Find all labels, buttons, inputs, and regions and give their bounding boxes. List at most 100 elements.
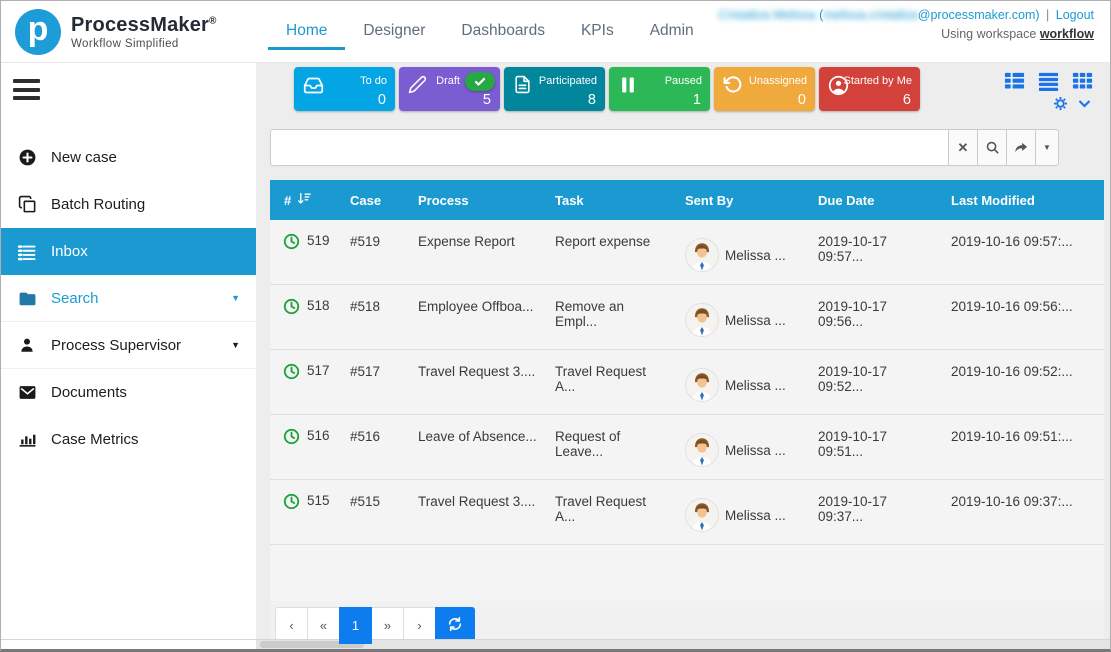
status-card-paused[interactable]: Paused 1 (609, 67, 710, 111)
sidebar-item-search[interactable]: Search ▼ (1, 275, 256, 322)
status-card-participated[interactable]: Participated 8 (504, 67, 605, 111)
card-label: Draft (436, 75, 460, 87)
chevron-down-icon[interactable]: ▼ (231, 293, 240, 303)
sent-by-cell: Melissa ... (677, 415, 810, 479)
pause-icon (618, 75, 638, 100)
chevron-down-icon[interactable] (1077, 96, 1092, 111)
sidebar-item-label: Documents (51, 384, 127, 401)
task-cell: Travel Request A... (547, 350, 677, 414)
table-row[interactable]: 518 #518 Employee Offboa... Remove an Em… (270, 285, 1104, 350)
case-search-bar: ✕ ▼ (270, 129, 1059, 166)
clear-search-button[interactable]: ✕ (949, 129, 978, 166)
sidebar: New case Batch Routing Inbox (1, 63, 256, 639)
card-label: To do (360, 75, 387, 87)
case-number-cell: 516 (270, 415, 342, 479)
page-1-button[interactable]: 1 (339, 607, 372, 644)
user-line: Cristaliza Melissa (melissa.cristaliza@p… (718, 8, 1094, 22)
sent-by-cell: Melissa ... (677, 350, 810, 414)
search-input[interactable] (270, 129, 949, 166)
logo-glyph: p (28, 10, 49, 49)
sidebar-item-documents[interactable]: Documents (1, 369, 256, 416)
chevron-down-icon[interactable]: ▼ (231, 340, 240, 350)
list-view-icon[interactable] (1037, 69, 1060, 92)
case-number: 518 (307, 298, 330, 313)
sent-by-cell: Melissa ... (677, 285, 810, 349)
sent-by-name: Melissa ... (725, 443, 786, 458)
envelope-icon (16, 383, 38, 402)
column-header-last-modified[interactable]: Last Modified (943, 193, 1104, 208)
table-row[interactable]: 516 #516 Leave of Absence... Request of … (270, 415, 1104, 480)
clock-icon (283, 298, 300, 318)
card-count: 1 (693, 92, 701, 108)
column-label: # (284, 193, 291, 208)
avatar (685, 498, 719, 532)
search-options-caret-button[interactable]: ▼ (1036, 129, 1059, 166)
grid-view-icon[interactable] (1071, 69, 1094, 92)
status-card-todo[interactable]: To do 0 (294, 67, 395, 111)
list-detail-view-icon[interactable] (1003, 69, 1026, 92)
logout-link[interactable]: Logout (1056, 8, 1094, 22)
app-window: p ProcessMaker® Workflow Simplified Home… (0, 0, 1111, 652)
sidebar-item-process-supervisor[interactable]: Process Supervisor ▼ (1, 322, 256, 369)
gear-icon[interactable] (1053, 96, 1068, 111)
due-date-cell: 2019-10-17 09:57... (810, 220, 943, 284)
column-header-process[interactable]: Process (410, 193, 547, 208)
registered-mark: ® (209, 15, 217, 26)
due-date-cell: 2019-10-17 09:56... (810, 285, 943, 349)
horizontal-scrollbar[interactable] (1, 639, 1110, 649)
last-modified-cell: 2019-10-16 09:57:... (943, 220, 1104, 284)
nav-designer[interactable]: Designer (345, 22, 443, 50)
avatar (685, 303, 719, 337)
sidebar-item-new-case[interactable]: New case (1, 134, 256, 181)
brand-name: ProcessMaker® (71, 14, 217, 37)
card-label: Participated (539, 75, 597, 87)
case-id-cell: #516 (342, 415, 410, 479)
table-row[interactable]: 517 #517 Travel Request 3.... Travel Req… (270, 350, 1104, 415)
case-number: 516 (307, 428, 330, 443)
sidebar-item-label: Process Supervisor (51, 337, 181, 354)
separator: | (1046, 8, 1049, 22)
sidebar-menu: New case Batch Routing Inbox (1, 134, 256, 463)
column-header-case[interactable]: Case (342, 193, 410, 208)
last-modified-cell: 2019-10-16 09:37:... (943, 480, 1104, 544)
case-number-cell: 519 (270, 220, 342, 284)
sidebar-item-case-metrics[interactable]: Case Metrics (1, 416, 256, 463)
column-header-due-date[interactable]: Due Date (810, 193, 943, 208)
column-header-number[interactable]: # (270, 191, 342, 209)
card-count: 5 (483, 92, 491, 108)
nav-dashboards[interactable]: Dashboards (443, 22, 563, 50)
process-cell: Expense Report (410, 220, 547, 284)
user-area: Cristaliza Melissa (melissa.cristaliza@p… (718, 1, 1094, 62)
column-header-sent-by[interactable]: Sent By (677, 193, 810, 208)
nav-home[interactable]: Home (268, 22, 345, 50)
status-card-unassigned[interactable]: Unassigned 0 (714, 67, 815, 111)
brand[interactable]: p ProcessMaker® Workflow Simplified (15, 1, 268, 62)
processmaker-logo-icon: p (15, 9, 61, 55)
table-empty-area (270, 545, 1104, 601)
table-row[interactable]: 519 #519 Expense Report Report expense M… (270, 220, 1104, 285)
workspace-link[interactable]: workflow (1040, 27, 1094, 41)
sidebar-item-label: Inbox (51, 243, 88, 260)
scrollbar-gutter (1, 640, 256, 649)
case-number-cell: 518 (270, 285, 342, 349)
share-search-button[interactable] (1007, 129, 1036, 166)
card-count: 0 (798, 92, 806, 108)
sidebar-item-inbox[interactable]: Inbox (1, 228, 256, 275)
status-card-draft[interactable]: Draft 5 (399, 67, 500, 111)
copy-pages-icon (16, 195, 38, 214)
sidebar-item-label: Batch Routing (51, 196, 145, 213)
sent-by-name: Melissa ... (725, 378, 786, 393)
email-domain: @processmaker.com (918, 8, 1036, 22)
top-header: p ProcessMaker® Workflow Simplified Home… (1, 1, 1110, 63)
hamburger-menu-icon[interactable] (13, 79, 41, 100)
sidebar-item-batch-routing[interactable]: Batch Routing (1, 181, 256, 228)
search-button[interactable] (978, 129, 1007, 166)
table-row[interactable]: 515 #515 Travel Request 3.... Travel Req… (270, 480, 1104, 545)
sent-by-cell: Melissa ... (677, 220, 810, 284)
nav-admin[interactable]: Admin (632, 22, 712, 50)
status-card-started-by-me[interactable]: Started by Me 6 (819, 67, 920, 111)
clock-icon (283, 363, 300, 383)
nav-kpis[interactable]: KPIs (563, 22, 632, 50)
sent-by-name: Melissa ... (725, 313, 786, 328)
column-header-task[interactable]: Task (547, 193, 677, 208)
